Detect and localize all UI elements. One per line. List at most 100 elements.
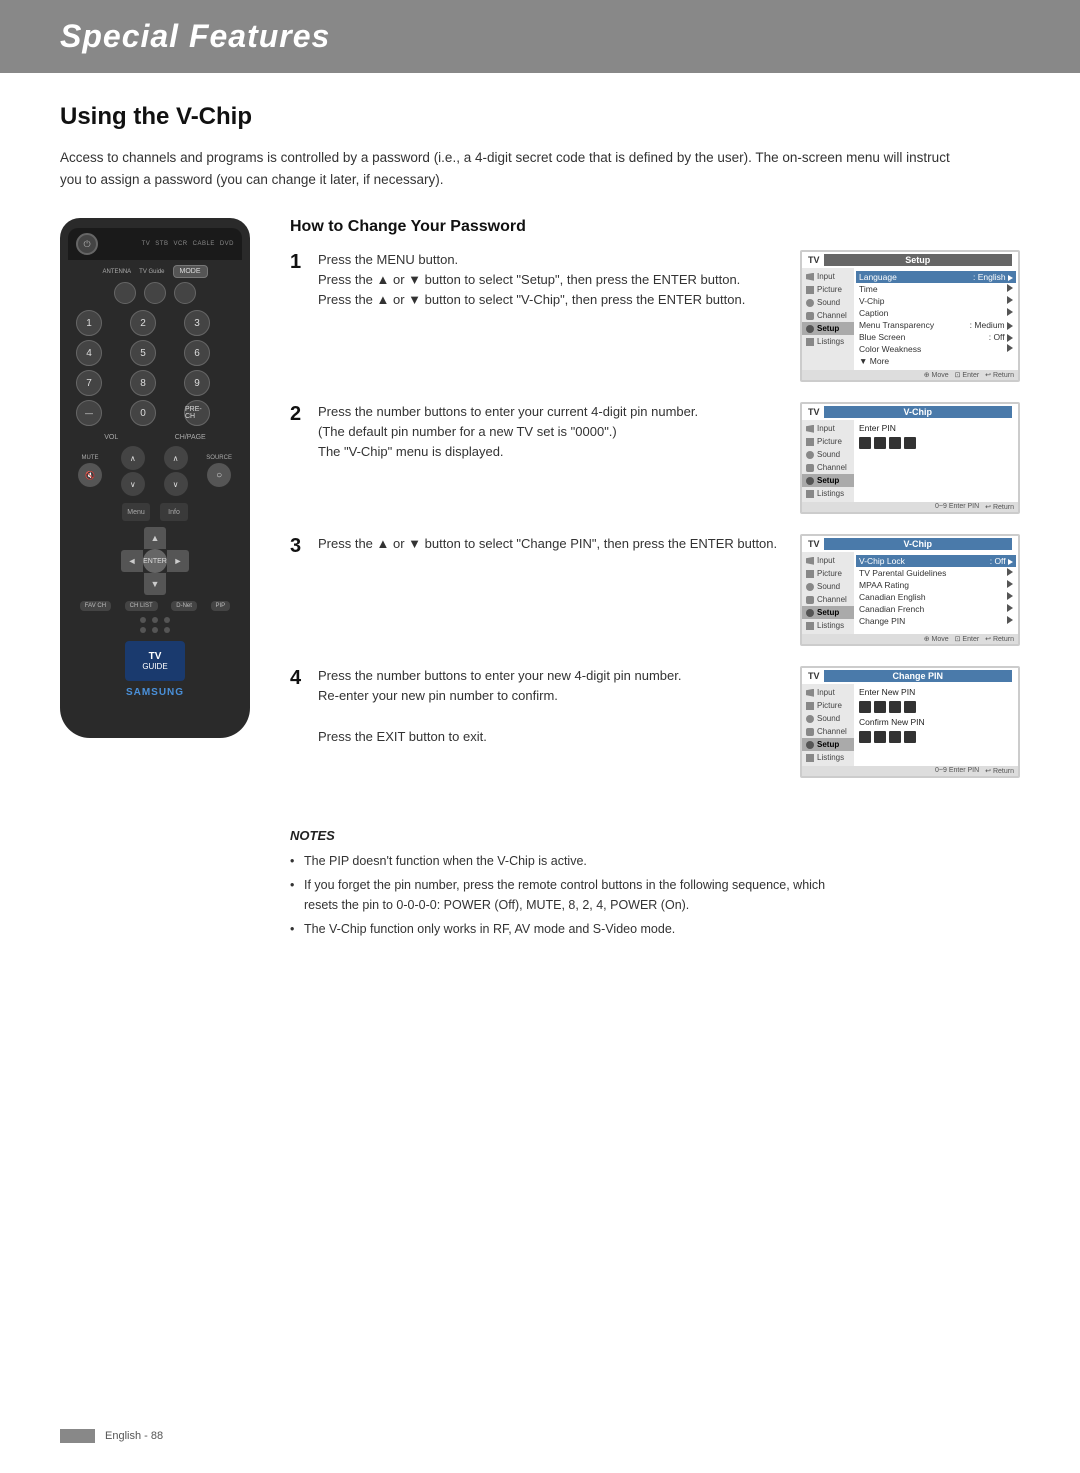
transparency-label: Menu Transparency bbox=[859, 320, 934, 330]
num-btn-2[interactable]: 2 bbox=[130, 310, 156, 336]
footer-pin-4: 0~9 Enter PIN bbox=[935, 767, 979, 775]
tv-side-menu-3: Input Picture Sound bbox=[802, 552, 854, 634]
step-2-screen: TV V-Chip Input Pict bbox=[800, 402, 1020, 516]
confirm-pin-dot-1 bbox=[859, 731, 871, 743]
menu-canfrench: Canadian French bbox=[859, 603, 1013, 615]
sound-label-3: Sound bbox=[817, 582, 840, 591]
menu-vchiplock: V-Chip Lock : Off bbox=[856, 555, 1016, 567]
samsung-logo: SAMSUNG bbox=[126, 687, 184, 698]
num-btn-6[interactable]: 6 bbox=[184, 340, 210, 366]
sound-icon-4 bbox=[806, 715, 814, 723]
side-setup-3: Setup bbox=[802, 606, 854, 619]
tv-label-2: TV bbox=[808, 407, 820, 417]
note-2: If you forget the pin number, press the … bbox=[290, 875, 860, 915]
remote-control: ⏻ TV STB VCR CABLE DVD ANTENNA TV Guide … bbox=[60, 218, 250, 738]
mute-button[interactable]: 🔇 bbox=[78, 463, 102, 487]
new-pin-dot-3 bbox=[889, 701, 901, 713]
step-1-number: 1 bbox=[290, 250, 308, 274]
info-button[interactable]: Info bbox=[160, 503, 188, 521]
time-arrow bbox=[1007, 284, 1013, 292]
caption-arrow bbox=[1007, 308, 1013, 316]
side-picture-2: Picture bbox=[802, 435, 854, 448]
dnet-button[interactable]: D-Net bbox=[171, 601, 197, 611]
num-btn-5[interactable]: 5 bbox=[130, 340, 156, 366]
side-sound-label: Sound bbox=[817, 298, 840, 307]
num-btn-7[interactable]: 7 bbox=[76, 370, 102, 396]
num-btn-dash[interactable]: — bbox=[76, 400, 102, 426]
picture-icon-2 bbox=[806, 438, 814, 446]
remote-btn-1[interactable] bbox=[114, 282, 136, 304]
power-button[interactable]: ⏻ bbox=[76, 233, 98, 255]
step-2-text: Press the number buttons to enter your c… bbox=[318, 402, 790, 462]
channel-label-3: Channel bbox=[817, 595, 847, 604]
favch-button[interactable]: FAV CH bbox=[80, 601, 111, 611]
changepin-label: Change PIN bbox=[859, 616, 905, 626]
num-btn-0[interactable]: 0 bbox=[130, 400, 156, 426]
dot-1 bbox=[140, 617, 146, 623]
num-btn-4[interactable]: 4 bbox=[76, 340, 102, 366]
ch-up[interactable]: ∧ bbox=[164, 446, 188, 470]
header-bar: Special Features bbox=[0, 0, 1080, 73]
listings-label-2: Listings bbox=[817, 489, 844, 498]
num-btn-prech[interactable]: PRE-CH bbox=[184, 400, 210, 426]
dpad-down[interactable]: ▼ bbox=[144, 573, 166, 595]
dpad-left[interactable]: ◄ bbox=[121, 550, 143, 572]
remote-btn-2[interactable] bbox=[144, 282, 166, 304]
source-button[interactable]: ○ bbox=[207, 463, 231, 487]
setup-footer: ⊕ Move ⊡ Enter ↩ Return bbox=[802, 370, 1018, 380]
vol-up[interactable]: ∧ bbox=[121, 446, 145, 470]
num-btn-9[interactable]: 9 bbox=[184, 370, 210, 396]
mode-button[interactable]: MODE bbox=[173, 265, 208, 278]
picture-icon-3 bbox=[806, 570, 814, 578]
chpage-label: CH/PAGE bbox=[175, 434, 206, 441]
side-picture-4: Picture bbox=[802, 699, 854, 712]
menu-transparency: Menu Transparency : Medium bbox=[859, 319, 1013, 331]
side-setup-label: Setup bbox=[817, 324, 839, 333]
changepin-sidebar: Input Picture Sound bbox=[802, 684, 1018, 766]
menu-canenglish: Canadian English bbox=[859, 591, 1013, 603]
step-1-text: Press the MENU button. Press the ▲ or ▼ … bbox=[318, 250, 790, 310]
tvguide-label: TV Guide bbox=[139, 269, 164, 275]
enter-button[interactable]: ENTER bbox=[143, 549, 167, 573]
remote-btn-3[interactable] bbox=[174, 282, 196, 304]
footer-move: ⊕ Move bbox=[924, 371, 949, 379]
num-btn-1[interactable]: 1 bbox=[76, 310, 102, 336]
dot-5 bbox=[152, 627, 158, 633]
changepin-title-bar: TV Change PIN bbox=[802, 668, 1018, 684]
menu-vchip: V-Chip bbox=[859, 295, 1013, 307]
time-label: Time bbox=[859, 284, 878, 294]
step-4-number: 4 bbox=[290, 666, 308, 690]
canfrench-label: Canadian French bbox=[859, 604, 924, 614]
side-listings-4: Listings bbox=[802, 751, 854, 764]
footer-enter: ⊡ Enter bbox=[955, 371, 980, 379]
side-setup-4: Setup bbox=[802, 738, 854, 751]
num-btn-3[interactable]: 3 bbox=[184, 310, 210, 336]
input-label-2: Input bbox=[817, 424, 835, 433]
dpad-up[interactable]: ▲ bbox=[144, 527, 166, 549]
footer-bar bbox=[60, 1429, 95, 1443]
vchip-sidebar: Input Picture Sound bbox=[802, 420, 1018, 502]
source-labels: TV STB VCR CABLE DVD bbox=[142, 241, 234, 247]
tv-label-4: TV bbox=[808, 671, 820, 681]
tv-guide-area: TV GUIDE SAMSUNG bbox=[68, 641, 242, 698]
step-3: 3 Press the ▲ or ▼ button to select "Cha… bbox=[290, 534, 1020, 648]
setup-sidebar: Input Picture Sound bbox=[802, 268, 1018, 370]
enter-pin-label: Enter PIN bbox=[859, 423, 1013, 433]
vol-down[interactable]: ∨ bbox=[121, 472, 145, 496]
trans-arrow bbox=[1007, 322, 1013, 330]
num-btn-8[interactable]: 8 bbox=[130, 370, 156, 396]
setup-icon bbox=[806, 325, 814, 333]
ch-down[interactable]: ∨ bbox=[164, 472, 188, 496]
confirm-pin-dot-2 bbox=[874, 731, 886, 743]
vchip-menu-title-bar: TV V-Chip bbox=[802, 536, 1018, 552]
pip-button[interactable]: PIP bbox=[211, 601, 231, 611]
vcr-label: VCR bbox=[173, 241, 187, 247]
menu-button[interactable]: Menu bbox=[122, 503, 150, 521]
side-sound: Sound bbox=[802, 296, 854, 309]
dpad-right[interactable]: ► bbox=[167, 550, 189, 572]
changepin-screen: TV Change PIN Input bbox=[800, 666, 1020, 778]
chlist-button[interactable]: CH LIST bbox=[125, 601, 158, 611]
page-footer: English - 88 bbox=[60, 1429, 163, 1443]
side-channel-4: Channel bbox=[802, 725, 854, 738]
setup-label-4: Setup bbox=[817, 740, 839, 749]
